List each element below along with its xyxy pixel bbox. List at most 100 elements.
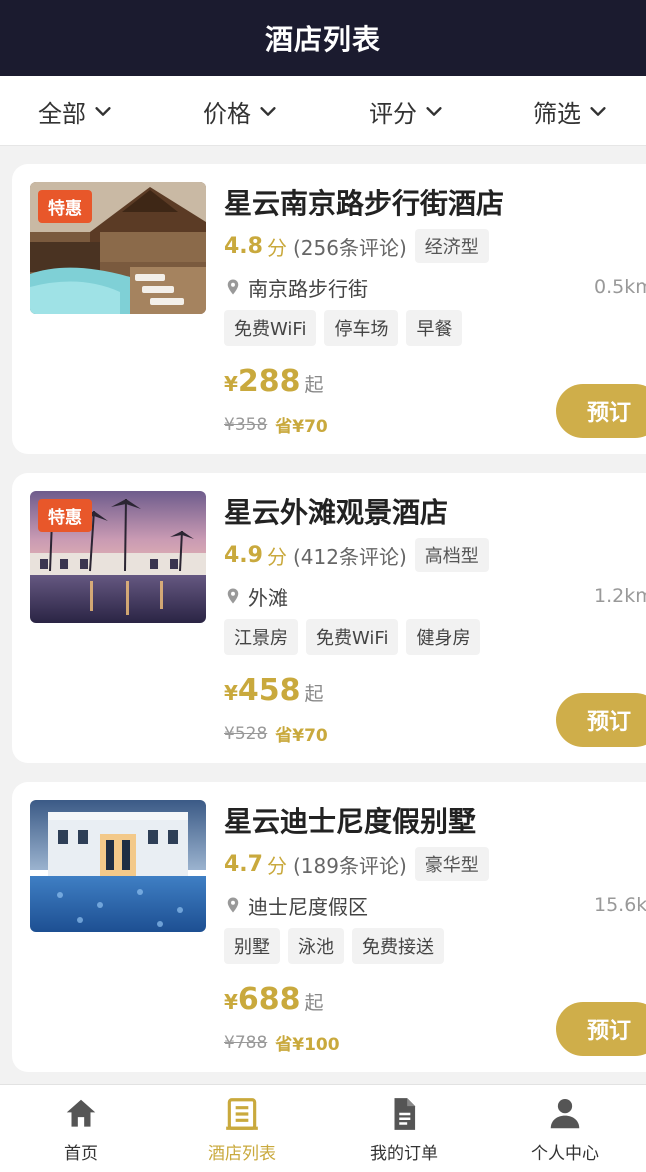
currency-symbol: ¥ bbox=[224, 372, 238, 396]
price: 288 bbox=[237, 364, 301, 399]
original-price-row: ¥788 省¥100 bbox=[224, 1030, 340, 1056]
amenity-tag: 免费接送 bbox=[352, 928, 444, 964]
hotel-photo: 特惠 bbox=[30, 491, 206, 623]
currency-symbol: ¥ bbox=[224, 681, 238, 705]
hotel-name: 星云外滩观景酒店 bbox=[224, 496, 449, 529]
filter-label: 评分 bbox=[369, 99, 417, 128]
filter-all[interactable]: 全部 bbox=[38, 76, 114, 146]
savings: 省¥70 bbox=[275, 726, 328, 746]
chevron-down-icon bbox=[260, 107, 276, 116]
hotel-type-tag: 经济型 bbox=[414, 229, 489, 263]
savings: 省¥100 bbox=[275, 1035, 340, 1055]
hotel-card[interactable]: 特惠 星云南京路步行街酒店 4.8 分 (256条评论) 经济型 南京路步行街 … bbox=[12, 164, 646, 454]
price-suffix: 起 bbox=[304, 992, 324, 1014]
rating-row: 4.7 分 (189条评论) 豪华型 bbox=[224, 847, 489, 881]
filter-label: 筛选 bbox=[533, 99, 581, 128]
review-count: (412条评论) bbox=[292, 544, 407, 569]
filter-more[interactable]: 筛选 bbox=[533, 76, 609, 146]
filter-label: 全部 bbox=[38, 99, 86, 128]
hotel-list-icon bbox=[226, 1097, 258, 1130]
location-text: 外滩 bbox=[248, 585, 288, 610]
rating-unit: 分 bbox=[266, 235, 287, 260]
price-row: ¥ 688 起 bbox=[224, 982, 324, 1017]
tab-label: 个人中心 bbox=[531, 1143, 599, 1164]
amenity-tags: 别墅 泳池 免费接送 bbox=[224, 928, 444, 964]
filter-rating[interactable]: 评分 bbox=[369, 76, 445, 146]
original-price: ¥358 bbox=[224, 414, 268, 435]
hotel-card[interactable]: 特惠 星云外滩观景酒店 4.9 分 (412条评论) 高档型 外滩 1.2km … bbox=[12, 473, 646, 763]
location-pin-icon bbox=[227, 279, 239, 295]
distance: 15.6km bbox=[594, 894, 646, 916]
original-price-row: ¥358 省¥70 bbox=[224, 412, 328, 438]
deal-badge: 特惠 bbox=[38, 499, 92, 532]
app-header: 酒店列表 bbox=[0, 0, 646, 76]
order-icon bbox=[394, 1097, 416, 1130]
rating-row: 4.8 分 (256条评论) 经济型 bbox=[224, 229, 489, 263]
book-button[interactable]: 预订 bbox=[556, 384, 646, 438]
currency-symbol: ¥ bbox=[224, 990, 238, 1014]
hotel-name: 星云南京路步行街酒店 bbox=[224, 187, 505, 220]
review-count: (189条评论) bbox=[292, 853, 407, 878]
home-icon bbox=[66, 1099, 96, 1127]
rating-unit: 分 bbox=[266, 853, 287, 878]
location-text: 南京路步行街 bbox=[248, 276, 368, 301]
distance: 0.5km bbox=[594, 276, 646, 298]
hotel-card[interactable]: 星云迪士尼度假别墅 4.7 分 (189条评论) 豪华型 迪士尼度假区 15.6… bbox=[12, 782, 646, 1072]
tab-profile[interactable]: 个人中心 bbox=[484, 1085, 646, 1172]
amenity-tag: 停车场 bbox=[324, 310, 399, 346]
tab-label: 我的订单 bbox=[370, 1143, 438, 1164]
hotel-photo: 特惠 bbox=[30, 182, 206, 314]
rating-score: 4.7 bbox=[224, 851, 263, 877]
book-button[interactable]: 预订 bbox=[556, 693, 646, 747]
filter-price[interactable]: 价格 bbox=[203, 76, 279, 146]
original-price: ¥788 bbox=[224, 1032, 268, 1053]
amenity-tag: 免费WiFi bbox=[306, 619, 399, 655]
location-row: 外滩 bbox=[224, 581, 288, 611]
original-price-row: ¥528 省¥70 bbox=[224, 721, 328, 747]
location-text: 迪士尼度假区 bbox=[248, 894, 368, 919]
review-count: (256条评论) bbox=[292, 235, 407, 260]
amenity-tags: 江景房 免费WiFi 健身房 bbox=[224, 619, 481, 655]
distance: 1.2km bbox=[594, 585, 646, 607]
price-row: ¥ 458 起 bbox=[224, 673, 324, 708]
hotel-type-tag: 豪华型 bbox=[414, 847, 489, 881]
location-pin-icon bbox=[227, 588, 239, 604]
deal-badge: 特惠 bbox=[38, 190, 92, 223]
rating-score: 4.9 bbox=[224, 542, 263, 568]
page-title: 酒店列表 bbox=[264, 23, 381, 56]
location-pin-icon bbox=[227, 897, 239, 913]
book-button[interactable]: 预订 bbox=[556, 1002, 646, 1056]
tab-label: 酒店列表 bbox=[208, 1143, 276, 1164]
location-row: 南京路步行街 bbox=[224, 272, 368, 302]
chevron-down-icon bbox=[95, 107, 111, 116]
price-suffix: 起 bbox=[304, 683, 324, 705]
user-icon bbox=[550, 1098, 580, 1128]
bottom-tab-bar: 首页 酒店列表 我的订单 个人中心 bbox=[0, 1084, 646, 1172]
savings: 省¥70 bbox=[275, 417, 328, 437]
amenity-tag: 别墅 bbox=[224, 928, 280, 964]
rating-row: 4.9 分 (412条评论) 高档型 bbox=[224, 538, 489, 572]
location-row: 迪士尼度假区 bbox=[224, 890, 368, 920]
chevron-down-icon bbox=[590, 107, 606, 116]
rating-score: 4.8 bbox=[224, 233, 263, 259]
hotel-type-tag: 高档型 bbox=[414, 538, 489, 572]
hotel-name: 星云迪士尼度假别墅 bbox=[224, 805, 477, 838]
tab-my-orders[interactable]: 我的订单 bbox=[323, 1085, 485, 1172]
original-price: ¥528 bbox=[224, 723, 268, 744]
amenity-tag: 江景房 bbox=[224, 619, 298, 655]
price-suffix: 起 bbox=[304, 374, 324, 396]
chevron-down-icon bbox=[426, 107, 442, 116]
hotel-photo bbox=[30, 800, 206, 932]
rating-unit: 分 bbox=[266, 544, 287, 569]
price: 458 bbox=[237, 673, 301, 708]
tab-label: 首页 bbox=[64, 1143, 98, 1164]
hotel-photo-image bbox=[30, 800, 206, 932]
tab-home[interactable]: 首页 bbox=[0, 1085, 162, 1172]
amenity-tag: 泳池 bbox=[288, 928, 344, 964]
filter-label: 价格 bbox=[203, 99, 251, 128]
amenity-tag: 健身房 bbox=[406, 619, 481, 655]
price-row: ¥ 288 起 bbox=[224, 364, 324, 399]
amenity-tag: 免费WiFi bbox=[224, 310, 317, 346]
amenity-tag: 早餐 bbox=[406, 310, 463, 346]
tab-hotel-list[interactable]: 酒店列表 bbox=[161, 1085, 323, 1172]
